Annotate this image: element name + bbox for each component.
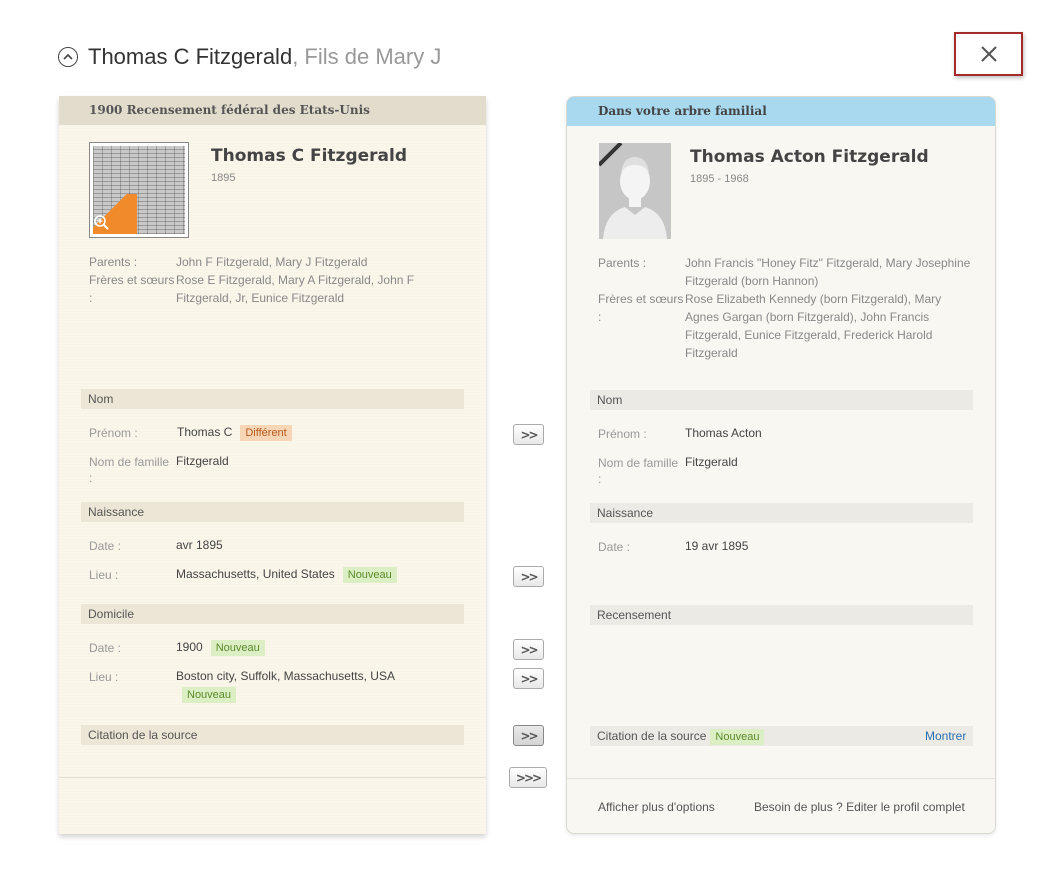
record-family-info: Parents : John F Fitzgerald, Mary J Fitz… [89, 253, 429, 307]
nom-famille-label: Nom de famille : [598, 456, 679, 486]
record-person-name: Thomas C Fitzgerald [211, 146, 408, 166]
naissance-date-value: 19 avr 1895 [685, 539, 749, 553]
transfer-citation-button[interactable]: >> [513, 725, 544, 746]
citation-label: Citation de la source [597, 729, 707, 743]
card-divider [59, 777, 486, 778]
prenom-value: Thomas C Différent [177, 423, 292, 441]
tree-title: Dans votre arbre familial [567, 97, 995, 126]
new-badge: Nouveau [342, 567, 397, 583]
nom-famille-value: Fitzgerald [176, 454, 229, 468]
new-badge: Nouveau [210, 640, 265, 656]
prenom-value: Thomas Acton [685, 426, 762, 440]
transfer-naissance-lieu-button[interactable]: >> [513, 566, 544, 587]
section-nom: Nom [590, 390, 973, 410]
nom-famille-value: Fitzgerald [685, 455, 738, 469]
avatar [599, 143, 671, 239]
prenom-label: Prénom : [598, 427, 647, 441]
tree-card: Dans votre arbre familial Thomas Acton F… [566, 96, 996, 834]
parents-row: Parents : John F Fitzgerald, Mary J Fitz… [89, 253, 429, 271]
new-badge: Nouveau [710, 729, 765, 745]
chevron-up-circle-icon[interactable] [58, 47, 78, 67]
transfer-prenom-button[interactable]: >> [513, 424, 544, 445]
different-badge: Différent [240, 425, 292, 441]
record-person-dates: 1895 [211, 172, 236, 184]
siblings-value: Rose E Fitzgerald, Mary A Fitzgerald, Jo… [176, 273, 415, 305]
tree-family-info: Parents : John Francis "Honey Fitz" Fitz… [598, 254, 973, 362]
tree-person-dates: 1895 - 1968 [690, 173, 749, 185]
header: Thomas C Fitzgerald, Fils de Mary J [58, 42, 441, 72]
naissance-lieu-value: Massachusetts, United States Nouveau [176, 565, 397, 583]
domicile-lieu-text: Boston city, Suffolk, Massachusetts, USA [176, 669, 395, 683]
parents-label: Parents : [89, 255, 138, 269]
transfer-all-button[interactable]: >>> [509, 767, 547, 788]
section-citation: Citation de la source Nouveau [590, 726, 973, 746]
header-relation: , Fils de Mary J [292, 44, 442, 69]
parents-value: John F Fitzgerald, Mary J Fitzgerald [176, 255, 368, 269]
zoom-in-icon[interactable] [93, 214, 111, 232]
section-naissance: Naissance [590, 503, 973, 523]
naissance-lieu-label: Lieu : [89, 568, 119, 582]
prenom-text: Thomas C [177, 425, 233, 439]
record-card: 1900 Recensement fédéral des Etats-Unis … [59, 96, 486, 834]
domicile-date-value: 1900 Nouveau [176, 638, 265, 656]
transfer-domicile-lieu-button[interactable]: >> [513, 668, 544, 689]
naissance-date-label: Date : [598, 540, 631, 554]
close-icon [980, 46, 997, 62]
transfer-domicile-date-button[interactable]: >> [513, 639, 544, 660]
siblings-row: Frères et sœurs : Rose Elizabeth Kennedy… [598, 290, 973, 362]
record-title: 1900 Recensement fédéral des Etats-Unis [59, 96, 486, 125]
nom-famille-label: Nom de famille : [89, 455, 170, 485]
section-citation: Citation de la source [81, 725, 464, 745]
header-person-name: Thomas C Fitzgerald [88, 44, 293, 69]
section-naissance: Naissance [81, 502, 464, 522]
new-badge: Nouveau [182, 687, 237, 703]
naissance-date-value: avr 1895 [176, 538, 223, 552]
parents-label: Parents : [598, 256, 647, 270]
card-divider [567, 778, 995, 779]
section-nom: Nom [81, 389, 464, 409]
section-domicile: Domicile [81, 604, 464, 624]
domicile-lieu-value: Boston city, Suffolk, Massachusetts, USA… [176, 667, 426, 703]
section-recensement: Recensement [590, 605, 973, 625]
siblings-label: Frères et sœurs : [89, 273, 175, 305]
naissance-lieu-text: Massachusetts, United States [176, 567, 335, 581]
prenom-label: Prénom : [89, 426, 138, 440]
close-button[interactable] [954, 32, 1023, 76]
siblings-value: Rose Elizabeth Kennedy (born Fitzgerald)… [685, 292, 942, 360]
domicile-date-text: 1900 [176, 640, 203, 654]
naissance-date-label: Date : [89, 539, 122, 553]
show-citation-link[interactable]: Montrer [925, 729, 966, 743]
domicile-date-label: Date : [89, 641, 122, 655]
parents-value: John Francis "Honey Fitz" Fitzgerald, Ma… [685, 256, 971, 288]
edit-profile-link[interactable]: Besoin de plus ? Editer le profil comple… [754, 800, 965, 814]
siblings-label: Frères et sœurs : [598, 292, 684, 324]
siblings-row: Frères et sœurs : Rose E Fitzgerald, Mar… [89, 271, 429, 307]
domicile-lieu-label: Lieu : [89, 670, 119, 684]
tree-person-name: Thomas Acton Fitzgerald [690, 147, 929, 167]
parents-row: Parents : John Francis "Honey Fitz" Fitz… [598, 254, 973, 290]
record-image-thumbnail[interactable] [89, 142, 189, 238]
more-options-link[interactable]: Afficher plus d'options [598, 800, 715, 814]
